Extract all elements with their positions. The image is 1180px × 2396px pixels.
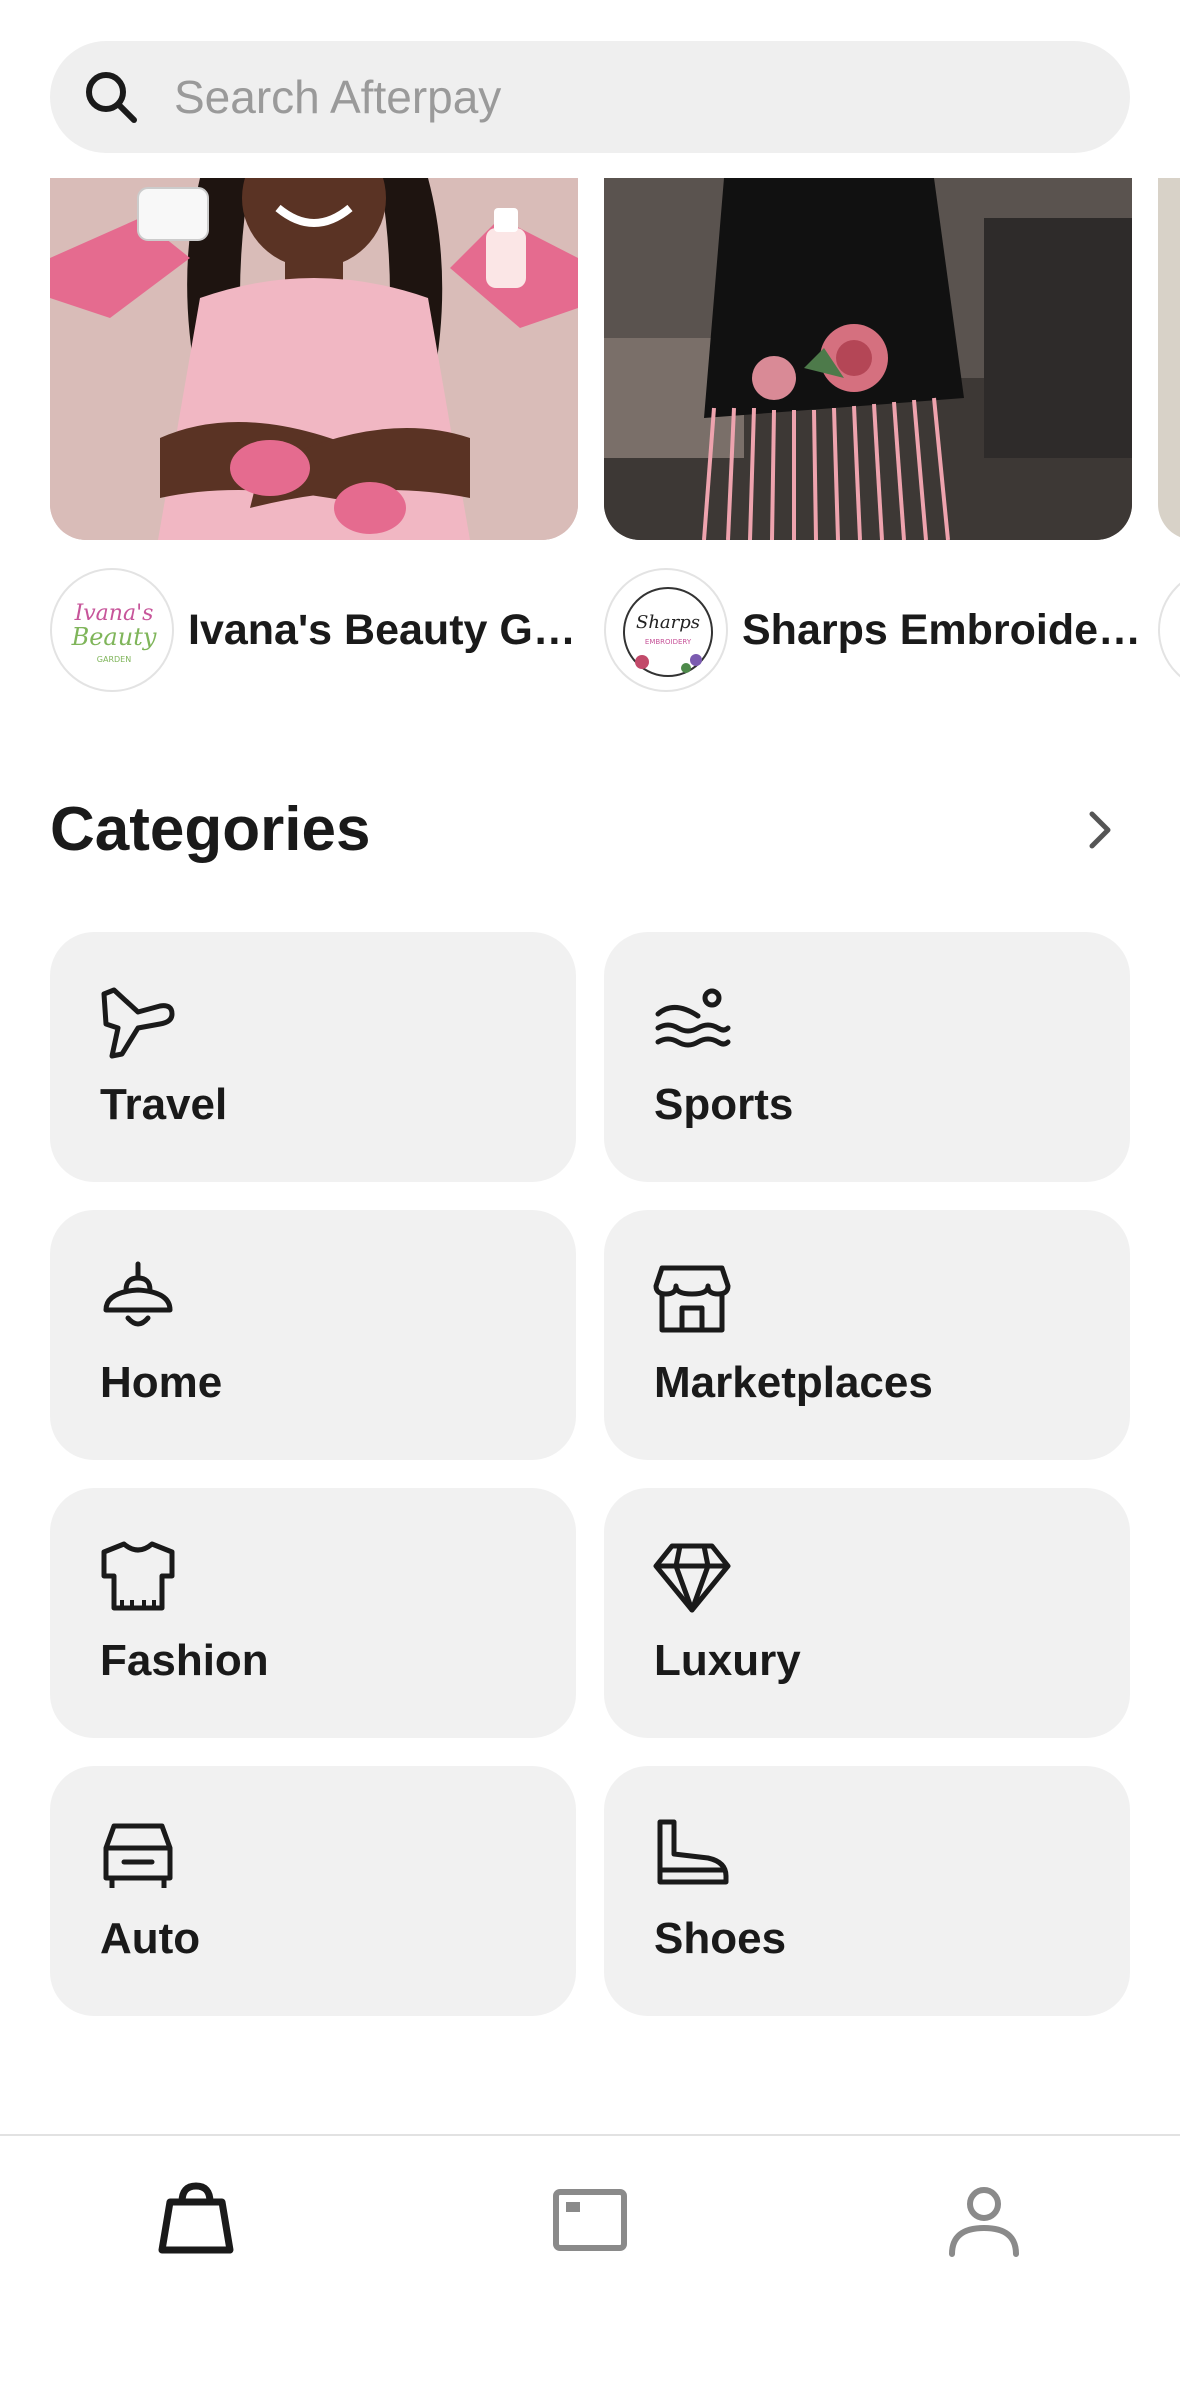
store-image — [604, 178, 1132, 540]
storefront-icon — [653, 1265, 731, 1333]
store-card[interactable]: Ivana's Beauty GARDEN Ivana's Beauty Ga… — [50, 178, 588, 692]
store-card[interactable] — [1158, 178, 1180, 692]
category-shoes[interactable]: Shoes — [604, 1766, 1130, 2016]
airplane-icon — [101, 987, 175, 1059]
svg-text:Sharps: Sharps — [636, 612, 700, 633]
store-name: Ivana's Beauty Ga… — [188, 605, 588, 654]
search-bar[interactable] — [50, 41, 1130, 153]
category-home[interactable]: Home — [50, 1210, 576, 1460]
store-logo — [1158, 568, 1180, 692]
category-label: Sports — [654, 1080, 794, 1129]
store-image — [50, 178, 578, 540]
chevron-right-icon[interactable] — [1070, 800, 1130, 860]
categories-title: Categories — [50, 795, 371, 864]
category-marketplaces[interactable]: Marketplaces — [604, 1210, 1130, 1460]
profile-icon[interactable] — [944, 2180, 1024, 2260]
search-icon — [86, 72, 137, 123]
svg-text:Beauty: Beauty — [71, 623, 157, 651]
shopping-bag-icon[interactable] — [156, 2180, 236, 2260]
svg-text:EMBROIDERY: EMBROIDERY — [645, 638, 692, 646]
category-label: Auto — [100, 1914, 201, 1963]
swimmer-icon — [655, 988, 731, 1048]
category-label: Luxury — [654, 1636, 801, 1685]
store-image — [1158, 178, 1180, 540]
store-logo-ivanas-beauty-garden: Ivana's Beauty GARDEN — [50, 568, 174, 692]
category-fashion[interactable]: Fashion — [50, 1488, 576, 1738]
bottom-navigation — [0, 2134, 1180, 2396]
svg-text:GARDEN: GARDEN — [97, 655, 131, 664]
store-logo-sharps-embroidery: Sharps EMBROIDERY — [604, 568, 728, 692]
category-luxury[interactable]: Luxury — [604, 1488, 1130, 1738]
store-name: Sharps Embroider… — [742, 605, 1142, 654]
shoe-icon — [657, 1819, 729, 1885]
category-label: Shoes — [654, 1914, 787, 1963]
categories-header: Categories — [50, 790, 1130, 870]
lamp-icon — [103, 1261, 173, 1327]
category-label: Home — [100, 1358, 223, 1407]
store-card[interactable]: Sharps EMBROIDERY Sharps Embroider… — [604, 178, 1142, 692]
search-input[interactable] — [174, 41, 1074, 153]
category-label: Fashion — [100, 1636, 269, 1685]
featured-stores-carousel[interactable]: Ivana's Beauty GARDEN Ivana's Beauty Ga… — [0, 178, 1180, 698]
category-label: Travel — [100, 1080, 228, 1129]
category-auto[interactable]: Auto — [50, 1766, 576, 2016]
diamond-icon — [653, 1543, 731, 1613]
shirt-icon — [101, 1541, 175, 1611]
category-label: Marketplaces — [654, 1358, 933, 1407]
card-icon[interactable] — [550, 2180, 630, 2260]
category-travel[interactable]: Travel — [50, 932, 576, 1182]
car-icon — [103, 1823, 173, 1888]
category-sports[interactable]: Sports — [604, 932, 1130, 1182]
